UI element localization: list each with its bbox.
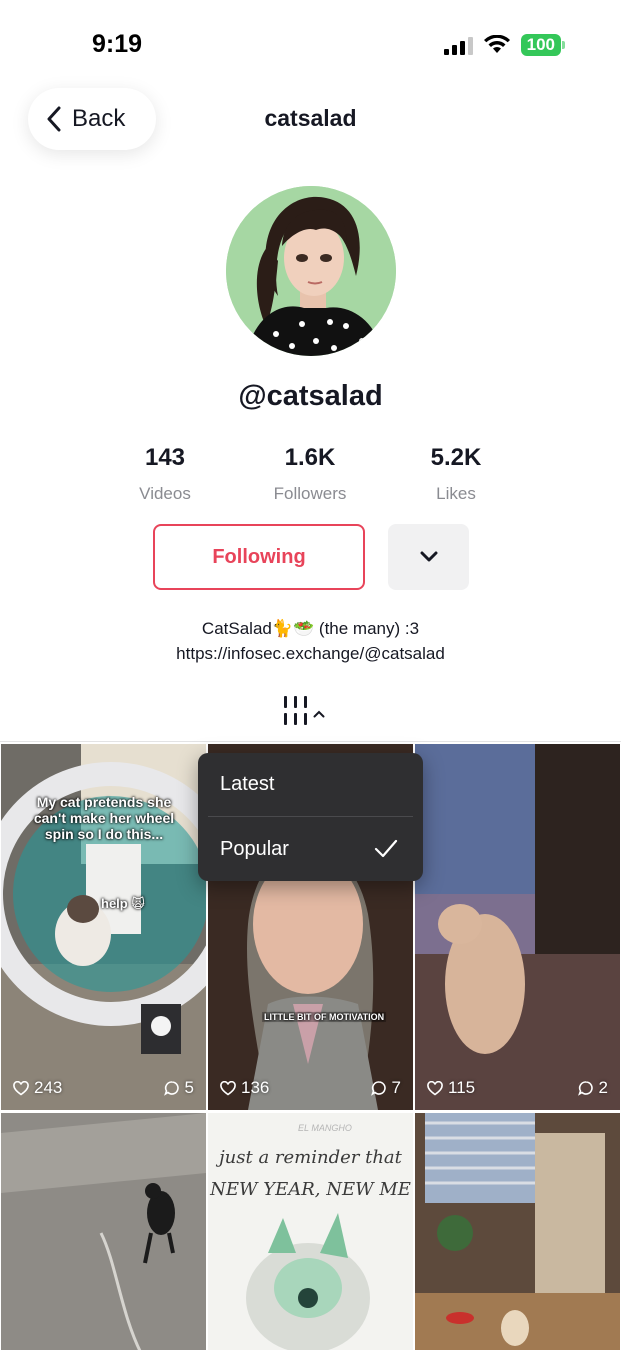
bio: CatSalad🐈🥗 (the many) :3 https://infosec… xyxy=(0,616,621,666)
heart-icon xyxy=(13,1080,29,1095)
video-sticker: help 🙀 xyxy=(101,896,145,911)
chevron-down-icon xyxy=(420,551,437,562)
like-count: 136 xyxy=(241,1078,270,1097)
video-thumbnail-6[interactable] xyxy=(415,1113,620,1350)
videos-grid-icon xyxy=(284,696,307,725)
stat-value: 1.6K xyxy=(284,444,336,471)
chevron-up-icon xyxy=(313,710,325,718)
sort-option-latest[interactable]: Latest xyxy=(220,773,274,796)
like-count: 243 xyxy=(34,1078,63,1097)
stat-label: Followers xyxy=(273,484,347,503)
comment-count: 5 xyxy=(184,1078,194,1097)
comment-count: 7 xyxy=(391,1078,401,1097)
checkmark-icon xyxy=(374,839,398,858)
stat-label: Likes xyxy=(436,484,476,503)
cellular-signal-icon xyxy=(443,35,473,55)
video-thumbnail-4[interactable] xyxy=(1,1113,206,1350)
profile-handle: @catsalad xyxy=(238,380,383,412)
video-caption-small: EL MANGHO xyxy=(298,1123,352,1133)
bio-link[interactable]: https://infosec.exchange/@catsalad xyxy=(0,641,621,666)
grid-divider xyxy=(0,741,621,742)
video-stats: 243 5 xyxy=(1,1078,206,1098)
stat-likes[interactable]: 5.2K Likes xyxy=(376,444,536,504)
battery-level: 100 xyxy=(520,34,561,56)
video-stats: 115 2 xyxy=(415,1078,620,1098)
heart-icon xyxy=(427,1080,443,1095)
comment-icon xyxy=(370,1081,386,1096)
comment-icon xyxy=(577,1081,593,1096)
status-icons: 100 xyxy=(443,34,565,56)
video-caption: My cat pretends she can't make her wheel… xyxy=(33,794,175,842)
menu-divider xyxy=(208,816,413,817)
like-count: 115 xyxy=(448,1078,476,1097)
video-caption-line1: just a reminder that xyxy=(219,1147,402,1168)
video-caption: LITTLE BIT OF MOTIVATION xyxy=(262,1012,387,1022)
status-time: 9:19 xyxy=(92,30,143,58)
more-options-button[interactable] xyxy=(388,524,469,590)
status-bar: 9:19 100 xyxy=(0,0,621,90)
video-caption-line2: NEW YEAR, NEW ME xyxy=(210,1179,411,1200)
stat-videos[interactable]: 143 Videos xyxy=(85,444,245,504)
video-stats: 136 7 xyxy=(208,1078,413,1098)
sort-option-popular[interactable]: Popular xyxy=(220,838,289,861)
video-thumbnail-1[interactable]: My cat pretends she can't make her wheel… xyxy=(1,744,206,1110)
battery-icon: 100 xyxy=(520,34,565,56)
video-thumbnail-3[interactable]: 115 2 xyxy=(415,744,620,1110)
following-button[interactable]: Following xyxy=(153,524,365,590)
stat-value: 143 xyxy=(144,444,186,471)
stat-followers[interactable]: 1.6K Followers xyxy=(230,444,390,504)
sort-toggle-button[interactable] xyxy=(284,696,325,725)
comment-count: 2 xyxy=(598,1078,608,1097)
sort-menu: Latest Popular xyxy=(198,753,423,881)
header-title: catsalad xyxy=(264,105,357,131)
heart-icon xyxy=(220,1080,236,1095)
video-thumbnail-5[interactable]: EL MANGHO just a reminder that NEW YEAR,… xyxy=(208,1113,413,1350)
bio-text: CatSalad🐈🥗 (the many) :3 xyxy=(201,619,420,638)
stat-label: Videos xyxy=(139,484,191,503)
avatar[interactable] xyxy=(226,186,396,356)
comment-icon xyxy=(163,1081,179,1096)
stat-value: 5.2K xyxy=(430,444,482,471)
wifi-icon xyxy=(483,35,510,53)
